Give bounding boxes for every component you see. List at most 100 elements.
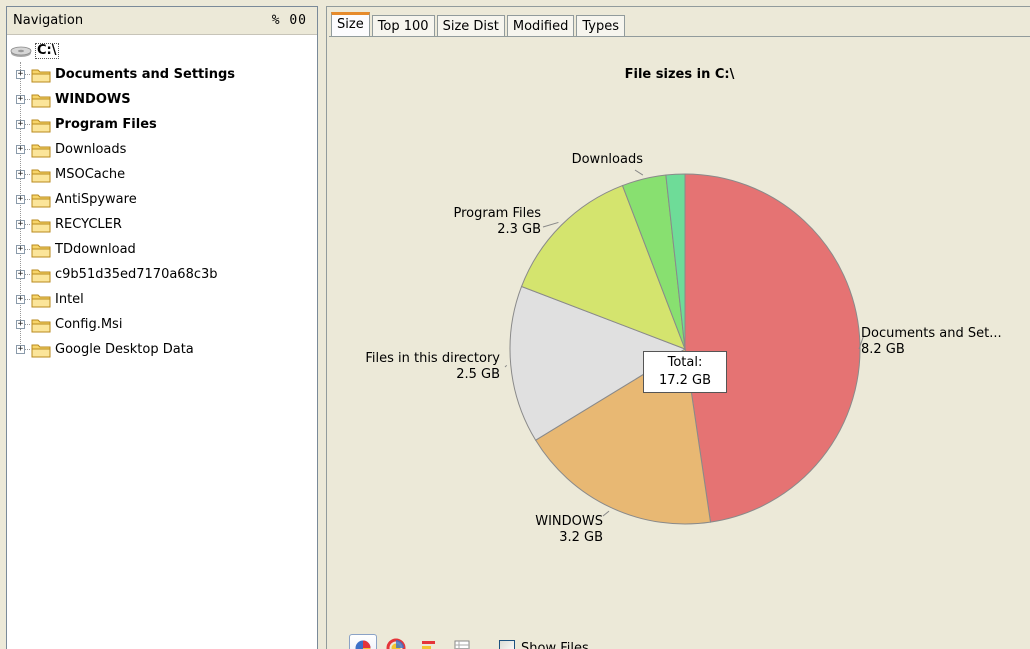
folder-tree: C:\ + Documents and Settings + WINDOWS + Prog… [7,35,317,362]
expand-icon[interactable]: + [16,170,25,179]
tree-item[interactable]: + Google Desktop Data [7,337,317,362]
tree-item[interactable]: + Config.Msi [7,312,317,337]
tree-item[interactable]: + Documents and Settings [7,62,317,87]
tree-item-label: Downloads [55,142,127,157]
tree-connector [25,74,30,75]
expand-icon[interactable]: + [16,295,25,304]
navigation-title: Navigation [13,13,84,28]
hard-drive-icon [10,46,32,57]
folder-icon [31,269,51,282]
tree-item[interactable]: + MSOCache [7,162,317,187]
tree-item[interactable]: + AntiSpyware [7,187,317,212]
expand-icon[interactable]: + [16,120,25,129]
tab-top-100[interactable]: Top 100 [371,15,435,37]
tree-item[interactable]: + Intel [7,287,317,312]
expand-icon[interactable]: + [16,220,25,229]
slice-name-label: Files in this directory [365,351,500,366]
total-value: 17.2 GB [658,373,712,388]
tree-item[interactable]: + Program Files [7,112,317,137]
slice-leader-line [602,510,610,517]
expand-icon[interactable]: + [16,195,25,204]
tree-connector [25,299,30,300]
navigation-controls[interactable]: % 00 [272,13,307,28]
total-label: Total: [667,355,703,370]
folder-icon [31,119,51,132]
folder-icon [31,194,51,207]
tree-item[interactable]: + TDdownload [7,237,317,262]
tree-item-label: RECYCLER [55,217,122,232]
folder-icon [31,319,51,332]
tree-root-drive[interactable]: C:\ [7,40,317,62]
folder-icon [31,144,51,157]
tree-item-label: Documents and Settings [55,67,236,82]
pie-chart-button[interactable] [349,634,377,649]
tree-item-label: WINDOWS [55,92,131,107]
folder-icon [31,94,51,107]
tree-item[interactable]: + Downloads [7,137,317,162]
tree-item-label: TDdownload [55,242,136,257]
expand-icon[interactable]: + [16,270,25,279]
tree-connector [25,149,30,150]
slice-name-label: WINDOWS [535,514,603,529]
expand-icon[interactable]: + [16,95,25,104]
folder-icon [31,219,51,232]
tree-connector [25,324,30,325]
expand-icon[interactable]: + [16,145,25,154]
tab-size-dist[interactable]: Size Dist [436,15,505,37]
tree-item-label: Intel [55,292,84,307]
size-tab-body: File sizes in C:\ Documents and Set... 8.… [329,36,1030,649]
pie-chart: Documents and Set...8.2 GB WINDOWS3.2 GB F… [365,152,1001,545]
slice-value-label: 2.5 GB [456,367,500,382]
tree-connector [25,199,30,200]
navigation-panel: Navigation % 00 C:\ + Documents and Setti… [6,6,318,649]
folder-icon [31,169,51,182]
show-files-checkbox[interactable] [499,640,515,649]
table-view-button[interactable] [448,634,476,649]
tree-item[interactable]: + RECYCLER [7,212,317,237]
tree-connector [25,124,30,125]
folder-icon [31,344,51,357]
expand-icon[interactable]: + [16,245,25,254]
folder-icon [31,244,51,257]
expand-icon[interactable]: + [16,345,25,354]
slice-leader-line [634,169,644,176]
tree-item[interactable]: + c9b51d35ed7170a68c3b [7,262,317,287]
slice-value-label: 8.2 GB [861,342,905,357]
tree-item-label: Config.Msi [55,317,123,332]
pie-slice[interactable] [684,173,861,523]
folder-icon [31,69,51,82]
chart-toolbar: Show Files [349,634,589,649]
tree-root-label: C:\ [35,43,59,59]
content-panel: Size Top 100 Size Dist Modified Types File s… [326,6,1030,649]
app-window: Navigation % 00 C:\ + Documents and Setti… [0,0,1030,649]
bar-chart-button[interactable] [415,634,443,649]
tree-item-label: Program Files [55,117,157,132]
navigation-header: Navigation % 00 [7,7,317,35]
total-box: Total: 17.2 GB [643,351,727,393]
show-files-toggle[interactable]: Show Files [499,640,589,649]
tree-connector [25,224,30,225]
ring-chart-icon [386,638,406,649]
slice-leader-line [542,221,559,228]
tree-item-label: MSOCache [55,167,126,182]
tree-connector [25,249,30,250]
slice-value-label: 2.3 GB [497,222,541,237]
pie-chart-icon [355,640,371,649]
expand-icon[interactable]: + [16,320,25,329]
show-files-label: Show Files [521,640,589,649]
tree-items: + Documents and Settings + WINDOWS + Program … [7,62,317,362]
tree-item-label: Google Desktop Data [55,342,194,357]
expand-icon[interactable]: + [16,70,25,79]
ring-chart-button[interactable] [382,634,410,649]
slice-leader-line [504,364,508,368]
tab-modified[interactable]: Modified [506,15,575,37]
slice-value-label: 3.2 GB [559,530,603,545]
tab-size[interactable]: Size [331,12,370,37]
tab-types[interactable]: Types [576,15,626,37]
slice-name-label: Downloads [572,152,644,167]
tree-item[interactable]: + WINDOWS [7,87,317,112]
slice-name-label: Program Files [453,206,541,221]
tree-item-label: c9b51d35ed7170a68c3b [55,267,218,282]
tree-connector [25,349,30,350]
tree-item-label: AntiSpyware [55,192,137,207]
